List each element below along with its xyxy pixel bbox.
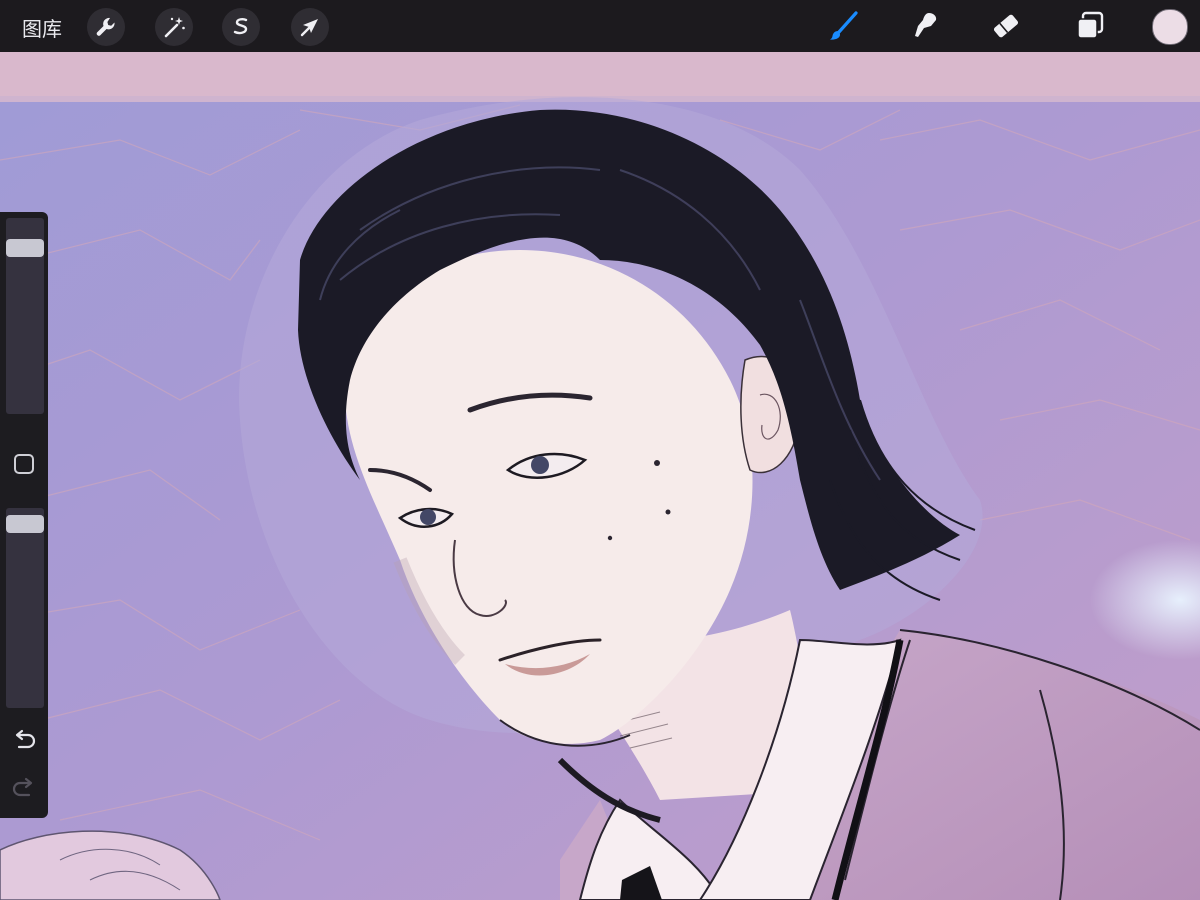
opacity-knob[interactable] — [6, 515, 44, 533]
actions-button[interactable] — [87, 8, 125, 46]
redo-icon — [12, 777, 33, 797]
mole — [665, 509, 671, 515]
eraser-button[interactable] — [987, 7, 1025, 45]
opacity-slider[interactable] — [6, 508, 44, 708]
brush-size-slider[interactable] — [6, 218, 44, 414]
modify-button[interactable] — [14, 454, 34, 474]
artwork — [0, 52, 1200, 900]
color-picker-button[interactable] — [1152, 9, 1188, 45]
undo-icon — [15, 729, 36, 749]
smudge-icon — [915, 13, 937, 37]
selection-button[interactable] — [222, 8, 260, 46]
left-sidebar — [0, 212, 48, 818]
left-iris — [420, 509, 436, 525]
mole — [607, 535, 613, 541]
eraser-icon — [993, 14, 1019, 38]
brush-size-knob[interactable] — [6, 239, 44, 257]
mole — [654, 460, 660, 466]
smudge-button[interactable] — [907, 7, 945, 45]
transform-button[interactable] — [291, 8, 329, 46]
layers-icon — [1077, 11, 1104, 39]
top-toolbar: 图库 — [0, 0, 1200, 52]
magic-wand-icon — [164, 17, 185, 38]
top-band — [0, 52, 1200, 98]
s-selection-icon — [233, 18, 248, 35]
redo-button[interactable] — [10, 775, 38, 801]
arrow-cursor-icon — [300, 19, 318, 37]
undo-button[interactable] — [10, 727, 38, 753]
gallery-button[interactable]: 图库 — [22, 13, 62, 42]
brush-icon — [830, 11, 858, 40]
adjustments-button[interactable] — [155, 8, 193, 46]
right-iris — [531, 456, 549, 474]
drawing-canvas[interactable] — [0, 52, 1200, 900]
wrench-icon — [96, 17, 115, 36]
layers-button[interactable] — [1071, 7, 1109, 45]
paint-brush-button[interactable] — [825, 7, 863, 45]
